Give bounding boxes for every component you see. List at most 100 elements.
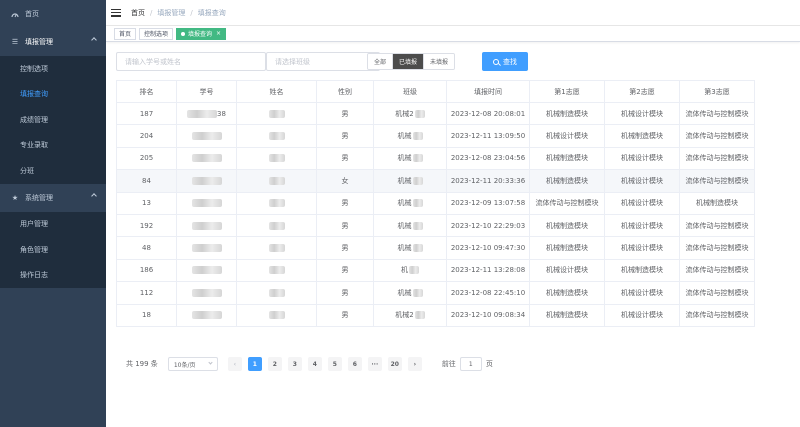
hamburger-icon[interactable] bbox=[111, 8, 121, 17]
redacted-mask bbox=[412, 244, 423, 253]
table-row[interactable]: 18 男 机械2 2023-12-10 09:08:34 机械制造模块 机械设计模块 流体传… bbox=[116, 303, 755, 327]
table-cell: 机械制造模块 bbox=[529, 101, 605, 126]
star-icon: ★ bbox=[11, 193, 19, 202]
sidebar-item-user-management[interactable]: 用户管理 bbox=[0, 212, 106, 238]
table-cell: 男 bbox=[316, 303, 374, 327]
page-button[interactable]: 5 bbox=[327, 357, 342, 371]
sidebar-group-fill-management[interactable]: ☰ 填报管理 bbox=[0, 28, 106, 56]
segment-all[interactable]: 全部 bbox=[368, 54, 394, 69]
page-button[interactable]: 6 bbox=[347, 357, 362, 371]
table-cell: 机械2 bbox=[373, 101, 447, 126]
segment-filled[interactable]: 已填报 bbox=[393, 54, 425, 69]
redacted-mask bbox=[268, 221, 285, 230]
cell-text: 机械 bbox=[397, 244, 412, 253]
sidebar-item-home[interactable]: 首页 bbox=[0, 0, 106, 28]
page-button[interactable]: 20 bbox=[387, 357, 402, 371]
table-row[interactable]: 186 男 机 2023-12-11 13:28:08 机械设计模块 机械制造模块 流体传动… bbox=[116, 258, 755, 283]
prev-page-button[interactable]: ‹ bbox=[227, 357, 242, 371]
tag-home[interactable]: 首页 bbox=[114, 27, 137, 40]
column-header: 性别 bbox=[316, 80, 374, 103]
sidebar-item-label: 专业录取 bbox=[20, 141, 48, 150]
close-icon[interactable]: × bbox=[216, 30, 221, 37]
breadcrumb-item[interactable]: 首页 bbox=[131, 8, 145, 18]
table-cell: 机械制造模块 bbox=[679, 191, 755, 215]
table-cell bbox=[236, 101, 317, 126]
table-cell: 机械 bbox=[373, 191, 447, 215]
sidebar-item-label: 操作日志 bbox=[20, 271, 48, 280]
table-cell: 机械 bbox=[373, 213, 447, 238]
tag-label: 控制选项 bbox=[144, 31, 169, 38]
redacted-mask bbox=[412, 132, 423, 141]
page-size-value: 10条/页 bbox=[173, 361, 196, 369]
table-cell: 机械设计模块 bbox=[604, 191, 680, 215]
redacted-mask bbox=[414, 311, 425, 320]
sidebar-item-fill-query[interactable]: 填报查询 bbox=[0, 82, 106, 108]
page-list: 1 2 3 4 5 6 ··· 20 bbox=[247, 357, 408, 371]
next-page-button[interactable]: › bbox=[407, 357, 422, 371]
page-button[interactable]: 1 bbox=[247, 357, 262, 371]
sidebar-group-label: 填报管理 bbox=[25, 38, 53, 46]
redacted-mask bbox=[191, 266, 222, 275]
column-header: 第2志愿 bbox=[604, 80, 680, 103]
redacted-mask bbox=[191, 132, 222, 141]
page-jumper: 前往 1 页 bbox=[442, 357, 493, 371]
page-button[interactable]: 2 bbox=[267, 357, 282, 371]
sidebar-item-major-admission[interactable]: 专业录取 bbox=[0, 133, 106, 159]
redacted-mask bbox=[268, 176, 285, 185]
segment-unfilled[interactable]: 未填报 bbox=[424, 54, 455, 69]
page-button[interactable]: 4 bbox=[307, 357, 322, 371]
table-cell: 2023-12-09 13:07:58 bbox=[446, 191, 530, 215]
goto-page-input[interactable]: 1 bbox=[459, 357, 482, 371]
table-row[interactable]: 192 男 机械 2023-12-10 22:29:03 机械制造模块 机械设计模块 流体传… bbox=[116, 213, 755, 238]
table-cell: 机械制造模块 bbox=[529, 303, 605, 327]
class-select[interactable]: 请选择班级 bbox=[266, 52, 380, 71]
sidebar-item-label: 首页 bbox=[25, 10, 39, 18]
redacted-mask bbox=[412, 154, 423, 163]
sidebar-group-label: 系统管理 bbox=[25, 193, 53, 202]
table-row[interactable]: 13 男 机械 2023-12-09 13:07:58 流体传动与控制模块 机械设计模块机… bbox=[116, 191, 755, 215]
table-cell bbox=[236, 146, 317, 171]
table-cell: 38 bbox=[176, 101, 237, 126]
page-size-select[interactable]: 10条/页 bbox=[167, 357, 218, 371]
table-cell: 流体传动与控制模块 bbox=[679, 236, 755, 260]
table-cell: 机械2 bbox=[373, 303, 447, 327]
table-cell: 流体传动与控制模块 bbox=[529, 191, 605, 215]
table-cell bbox=[236, 303, 317, 327]
tag-fill-query[interactable]: 填报查询 × bbox=[176, 27, 227, 40]
redacted-mask bbox=[191, 244, 222, 253]
table-cell bbox=[176, 303, 237, 327]
table-cell bbox=[176, 213, 237, 238]
table-row[interactable]: 204 男 机械 2023-12-11 13:09:50 机械设计模块 机械制造模块 流体传… bbox=[116, 124, 755, 148]
filter-bar: 请输入学号或姓名 请选择班级 全部 已填报 未填报 查找 bbox=[116, 52, 800, 72]
sidebar-item-operation-log[interactable]: 操作日志 bbox=[0, 263, 106, 289]
table-row[interactable]: 187 38 男 机械2 2023-12-08 20:08:01 机械制造模块 机械设计模块… bbox=[116, 101, 755, 126]
table-cell: 112 bbox=[116, 281, 177, 305]
sidebar-group-system-management[interactable]: ★ 系统管理 bbox=[0, 184, 106, 212]
table-cell: 2023-12-10 22:29:03 bbox=[446, 213, 530, 238]
sidebar-item-score-management[interactable]: 成绩管理 bbox=[0, 107, 106, 133]
table-cell: 205 bbox=[116, 146, 177, 171]
cell-text: 机械 bbox=[397, 154, 412, 163]
redacted-mask bbox=[268, 132, 285, 141]
list-icon: ☰ bbox=[11, 38, 19, 46]
table-cell: 2023-12-08 23:04:56 bbox=[446, 146, 530, 171]
table-cell: 机械设计模块 bbox=[604, 146, 680, 171]
table-row[interactable]: 112 男 机械 2023-12-08 22:45:10 机械制造模块 机械设计模块 流体传… bbox=[116, 281, 755, 305]
table-row[interactable]: 48 男 机械 2023-12-10 09:47:30 机械制造模块 机械设计模块 流体传动… bbox=[116, 236, 755, 260]
table-row[interactable]: 84 女 机械 2023-12-11 20:33:36 机械制造模块 机械设计模块 流体传动… bbox=[116, 169, 755, 193]
sidebar-item-class-division[interactable]: 分班 bbox=[0, 158, 106, 184]
table-cell bbox=[176, 191, 237, 215]
table-row[interactable]: 205 男 机械 2023-12-08 23:04:56 机械制造模块 机械设计模块 流体传… bbox=[116, 146, 755, 171]
more-pages-button[interactable]: ··· bbox=[367, 357, 382, 371]
page-button[interactable]: 3 bbox=[287, 357, 302, 371]
search-input[interactable]: 请输入学号或姓名 bbox=[116, 52, 266, 71]
tag-control-options[interactable]: 控制选项 bbox=[139, 27, 174, 40]
breadcrumb: 首页 / 填报管理 / 填报查询 bbox=[131, 8, 226, 18]
search-button[interactable]: 查找 bbox=[482, 52, 528, 71]
sidebar-item-role-management[interactable]: 角色管理 bbox=[0, 237, 106, 263]
redacted-mask bbox=[268, 199, 285, 208]
results-table: 排名 学号 姓名 性别 班级 填报时间 第1志愿 第2志愿 第3志愿 187 38… bbox=[116, 80, 755, 327]
table-cell bbox=[176, 169, 237, 193]
table-cell: 男 bbox=[316, 124, 374, 148]
sidebar-item-control-options[interactable]: 控制选项 bbox=[0, 56, 106, 82]
